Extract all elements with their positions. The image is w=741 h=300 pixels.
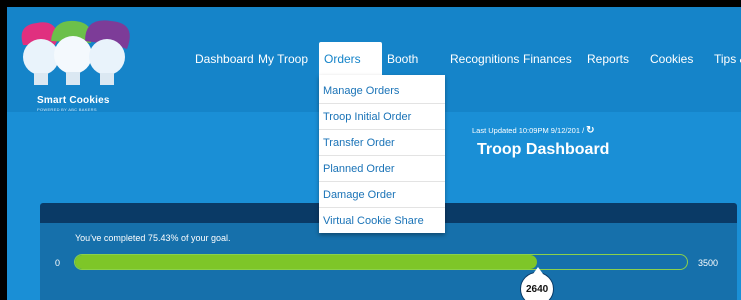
goal-progress-fill bbox=[75, 255, 537, 269]
last-updated-text: Last Updated 10:09PM 9/12/201 / bbox=[472, 126, 585, 135]
orders-dropdown-menu: Manage Orders Troop Initial Order Transf… bbox=[319, 75, 445, 233]
brand-name: Smart Cookies bbox=[37, 95, 110, 106]
menu-item-planned-order[interactable]: Planned Order bbox=[319, 156, 445, 182]
last-updated: Last Updated 10:09PM 9/12/201 /↻ bbox=[472, 125, 595, 136]
goal-message: You've completed 75.43% of your goal. bbox=[75, 233, 231, 243]
goal-current-marker: 2640 bbox=[520, 267, 555, 300]
logo-mascots-icon bbox=[21, 20, 130, 85]
smart-cookies-logo[interactable]: Smart Cookies POWERED BY ABC BAKERS bbox=[15, 15, 145, 112]
nav-booth[interactable]: Booth bbox=[387, 52, 418, 66]
goal-progress-bar bbox=[74, 254, 688, 270]
nav-tips[interactable]: Tips & bbox=[714, 52, 741, 66]
goal-min-label: 0 bbox=[55, 258, 61, 268]
brand-tagline: POWERED BY ABC BAKERS bbox=[37, 107, 97, 112]
goal-max-label: 3500 bbox=[698, 258, 719, 268]
nav-dashboard[interactable]: Dashboard bbox=[195, 52, 254, 66]
nav-finances[interactable]: Finances bbox=[523, 52, 572, 66]
nav-cookies[interactable]: Cookies bbox=[650, 52, 693, 66]
nav-reports[interactable]: Reports bbox=[587, 52, 629, 66]
menu-item-manage-orders[interactable]: Manage Orders bbox=[319, 78, 445, 104]
nav-orders[interactable]: Orders bbox=[324, 52, 361, 66]
nav-recognitions[interactable]: Recognitions bbox=[450, 52, 519, 66]
menu-item-troop-initial-order[interactable]: Troop Initial Order bbox=[319, 104, 445, 130]
menu-item-damage-order[interactable]: Damage Order bbox=[319, 182, 445, 208]
menu-item-virtual-cookie-share[interactable]: Virtual Cookie Share bbox=[319, 208, 445, 234]
nav-my-troop[interactable]: My Troop bbox=[258, 52, 308, 66]
refresh-icon[interactable]: ↻ bbox=[586, 125, 594, 136]
goal-progress-body: You've completed 75.43% of your goal. 0 … bbox=[40, 223, 737, 300]
menu-item-transfer-order[interactable]: Transfer Order bbox=[319, 130, 445, 156]
page-title: Troop Dashboard bbox=[477, 141, 610, 158]
app-frame: Smart Cookies POWERED BY ABC BAKERS Dash… bbox=[7, 7, 741, 300]
